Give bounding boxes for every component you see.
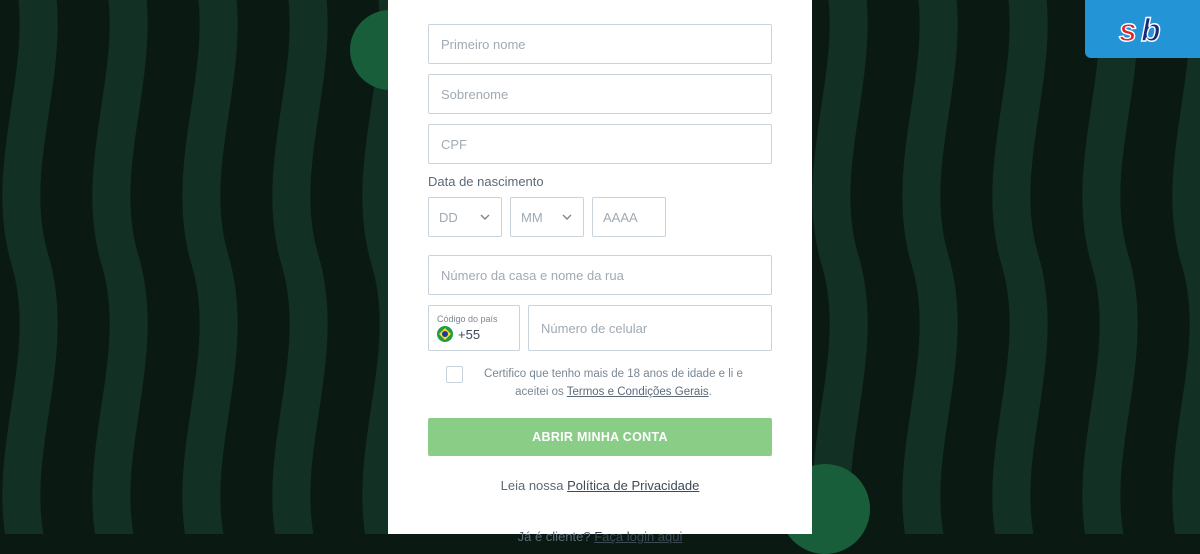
svg-text:b: b [1141,12,1161,48]
svg-text:s: s [1119,12,1137,48]
dob-month-select[interactable]: MM [510,197,584,237]
dob-day-placeholder: DD [439,210,458,225]
phone-field-wrap [528,305,772,351]
login-link[interactable]: Faça login aqui [594,529,682,544]
sb-logo-icon: s b [1113,9,1173,49]
country-code-select[interactable]: Código do país +55 [428,305,520,351]
cert-text: Certifico que tenho mais de 18 anos de i… [473,365,754,402]
dob-label: Data de nascimento [428,174,772,189]
registration-form: Data de nascimento DD MM AAAA Código do … [388,0,812,534]
dob-year-placeholder: AAAA [603,210,638,225]
country-code-value: +55 [458,327,480,342]
dob-year-input[interactable]: AAAA [592,197,666,237]
privacy-prefix: Leia nossa [501,478,568,493]
cert-text-suffix: . [709,386,712,398]
brand-logo: s b [1085,0,1200,58]
first-name-input[interactable] [441,37,759,52]
address-field-wrap [428,255,772,295]
cert-row: Certifico que tenho mais de 18 anos de i… [446,365,754,402]
chevron-down-icon [561,211,573,223]
brazil-flag-icon [437,326,453,342]
dob-day-select[interactable]: DD [428,197,502,237]
login-line: Já é cliente? Faça login aqui [428,529,772,544]
cpf-input[interactable] [441,137,759,152]
chevron-down-icon [479,211,491,223]
terms-link[interactable]: Termos e Condições Gerais [567,386,709,398]
phone-row: Código do país +55 [428,305,772,351]
surname-field-wrap [428,74,772,114]
address-input[interactable] [441,268,759,283]
open-account-button[interactable]: ABRIR MINHA CONTA [428,418,772,456]
phone-input[interactable] [541,321,759,336]
dob-row: DD MM AAAA [428,197,772,237]
login-prefix: Já é cliente? [518,529,595,544]
privacy-link[interactable]: Política de Privacidade [567,478,699,493]
age-certify-checkbox[interactable] [446,366,463,383]
dob-month-placeholder: MM [521,210,543,225]
first-name-field-wrap [428,24,772,64]
surname-input[interactable] [441,87,759,102]
country-code-label: Código do país [437,314,498,324]
cpf-field-wrap [428,124,772,164]
privacy-line: Leia nossa Política de Privacidade [428,478,772,493]
